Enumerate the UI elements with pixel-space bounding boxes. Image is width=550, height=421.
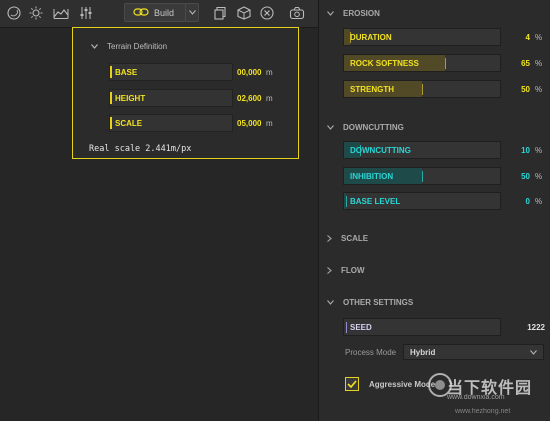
height-field[interactable]: HEIGHT	[109, 89, 233, 107]
watermark-url-secondary: www.hezhong.net	[455, 408, 511, 415]
downcutting-slider[interactable]: DOWNCUTTING	[343, 141, 501, 159]
strength-label: STRENGTH	[350, 85, 394, 94]
inhibition-value[interactable]: 50	[500, 172, 530, 181]
downcutting-value[interactable]: 10	[500, 146, 530, 155]
duration-value[interactable]: 4	[500, 33, 530, 42]
strength-value[interactable]: 50	[500, 85, 530, 94]
build-dropdown-button[interactable]	[185, 3, 199, 22]
flow-section-header[interactable]: FLOW	[327, 266, 365, 275]
chevron-down-icon	[327, 11, 334, 16]
chevron-down-icon	[327, 125, 334, 130]
height-value[interactable]: 02,600	[237, 94, 261, 103]
chevron-right-icon	[327, 235, 332, 242]
other-settings-section-header[interactable]: OTHER SETTINGS	[327, 298, 413, 307]
aggressive-mode-label: Aggressive Mode	[369, 380, 436, 389]
scale-value[interactable]: 05,000	[237, 119, 261, 128]
scale-label: SCALE	[115, 119, 143, 128]
height-unit: m	[266, 94, 273, 103]
watermark-url: www.downxia.com	[447, 394, 505, 401]
base-level-label: BASE LEVEL	[350, 197, 401, 206]
base-level-value[interactable]: 0	[500, 197, 530, 206]
downcutting-title: DOWNCUTTING	[343, 123, 404, 132]
scale-section-header[interactable]: SCALE	[327, 234, 368, 243]
chevron-down-icon	[188, 10, 196, 15]
chevron-down-icon	[530, 350, 537, 355]
sun-icon[interactable]	[26, 3, 46, 23]
rock-softness-value[interactable]: 65	[500, 59, 530, 68]
slider-handle	[422, 84, 423, 95]
terrain-definition-popup: Terrain Definition BASE 00,000 m HEIGHT …	[72, 27, 299, 159]
inhibition-unit: %	[535, 172, 543, 181]
seed-value[interactable]: 1222	[501, 323, 545, 332]
erosion-title: EROSION	[343, 9, 380, 18]
build-label: Build	[154, 7, 175, 18]
rock-softness-slider[interactable]: ROCK SOFTNESS	[343, 54, 501, 72]
duration-slider[interactable]: DURATION	[343, 28, 501, 46]
site-watermark: 当下软件园 www.downxia.com www.hezhong.net	[427, 372, 547, 418]
duration-label: DURATION	[350, 33, 392, 42]
base-unit: m	[266, 68, 273, 77]
inhibition-label: INHIBITION	[350, 172, 394, 181]
cube-icon[interactable]	[234, 3, 254, 23]
slider-handle	[422, 171, 423, 182]
checkmark-icon	[347, 380, 357, 388]
build-button[interactable]: Build	[124, 3, 186, 22]
chain-link-icon	[133, 7, 149, 19]
terrain-profile-icon[interactable]	[51, 3, 71, 23]
process-mode-select[interactable]: Hybrid	[403, 344, 544, 360]
duration-unit: %	[535, 33, 543, 42]
chevron-right-icon	[327, 267, 332, 274]
field-marker	[110, 92, 112, 104]
process-mode-value: Hybrid	[410, 347, 436, 357]
camera-icon[interactable]	[287, 3, 307, 23]
slider-handle	[445, 58, 446, 69]
base-label: BASE	[115, 68, 138, 77]
base-level-slider[interactable]: BASE LEVEL	[343, 192, 501, 210]
field-marker	[346, 322, 347, 333]
scale-title: SCALE	[341, 234, 369, 243]
base-level-unit: %	[535, 197, 543, 206]
close-circle-icon[interactable]	[257, 3, 277, 23]
strength-unit: %	[535, 85, 543, 94]
rock-softness-label: ROCK SOFTNESS	[350, 59, 419, 68]
seed-field[interactable]: SEED	[343, 318, 501, 336]
sliders-icon[interactable]	[76, 3, 96, 23]
field-marker	[110, 117, 112, 129]
downcutting-section-header[interactable]: DOWNCUTTING	[327, 123, 404, 132]
terrain-definition-header[interactable]: Terrain Definition	[91, 42, 167, 51]
erosion-section-header[interactable]: EROSION	[327, 9, 380, 18]
real-scale-text: Real scale 2.441m/px	[89, 144, 192, 154]
base-field[interactable]: BASE	[109, 63, 233, 81]
moon-icon[interactable]	[4, 3, 24, 23]
strength-slider[interactable]: STRENGTH	[343, 80, 501, 98]
rock-softness-unit: %	[535, 59, 543, 68]
terrain-definition-title: Terrain Definition	[107, 42, 168, 51]
base-value[interactable]: 00,000	[237, 68, 261, 77]
aggressive-mode-checkbox[interactable]	[345, 377, 359, 391]
copy-icon[interactable]	[210, 3, 230, 23]
height-label: HEIGHT	[115, 94, 146, 103]
inhibition-slider[interactable]: INHIBITION	[343, 167, 501, 185]
top-toolbar: Build	[0, 0, 318, 28]
process-mode-label: Process Mode	[345, 348, 397, 357]
other-settings-title: OTHER SETTINGS	[343, 298, 414, 307]
field-marker	[110, 66, 112, 78]
chevron-down-icon	[91, 44, 98, 49]
scale-field[interactable]: SCALE	[109, 114, 233, 132]
downcutting-unit: %	[535, 146, 543, 155]
flow-title: FLOW	[341, 266, 365, 275]
scale-unit: m	[266, 119, 273, 128]
slider-handle	[346, 196, 347, 207]
chevron-down-icon	[327, 300, 334, 305]
downcutting-label: DOWNCUTTING	[350, 146, 411, 155]
seed-label: SEED	[350, 323, 372, 332]
